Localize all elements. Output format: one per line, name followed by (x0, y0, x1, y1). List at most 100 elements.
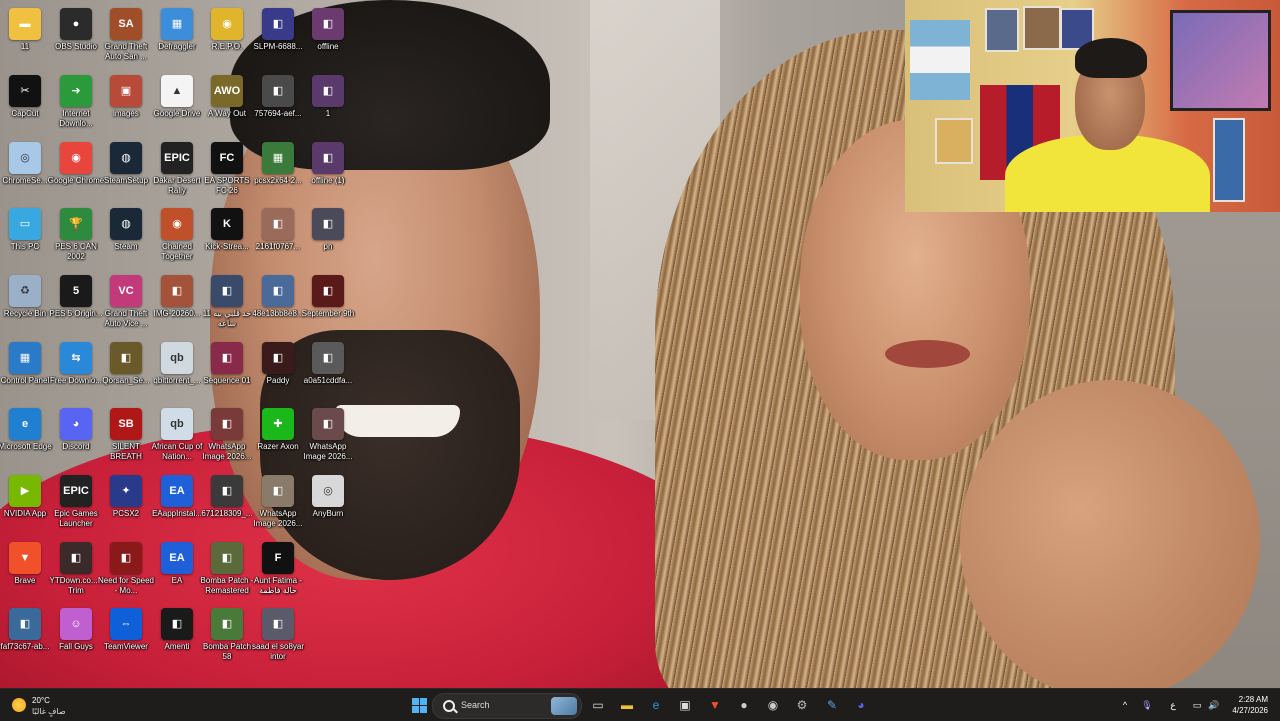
taskbar-app-task-view-icon[interactable]: ▭ (586, 693, 610, 717)
desktop-icon[interactable]: ◧ SLPM-6688... (253, 4, 303, 68)
desktop-icon[interactable]: ◕ Discord (51, 404, 101, 468)
taskbar-app-capture-icon[interactable]: ✎ (820, 693, 844, 717)
desktop-icon-image: ◧ (9, 608, 41, 640)
taskbar-clock[interactable]: 2:28 AM 4/27/2026 (1208, 694, 1268, 716)
desktop-icon-image: ▬ (9, 8, 41, 40)
desktop-icon-image: ◧ (262, 608, 294, 640)
desktop-icon[interactable]: ◧ Paddy (253, 338, 303, 402)
desktop-icon[interactable]: ✚ Razer Axon (253, 404, 303, 468)
desktop-icon[interactable]: ◉ R.E.P.O. (202, 4, 252, 68)
desktop-icon[interactable]: ◍ Steam (101, 204, 151, 268)
desktop-icon-image: ◧ (262, 8, 294, 40)
desktop-icon[interactable]: ✂ CapCut (0, 71, 50, 135)
desktop-icon[interactable]: ◧ a0a51cddfa... (303, 338, 353, 402)
desktop-icon[interactable]: ◧ offline (1) (303, 138, 353, 202)
desktop-icon[interactable]: ◧ Qorsan_Se... (101, 338, 151, 402)
desktop-icon[interactable]: ◧ خد قلبي بيه 11 ساعه (202, 271, 252, 335)
desktop-icon[interactable]: EPIC Dakar Desert Rally (152, 138, 202, 202)
desktop-icon[interactable]: ◧ Bomba Patch 58 (202, 604, 252, 668)
desktop-icon[interactable]: 5 PES 5 Origin... (50, 271, 102, 335)
desktop-icon-image: ▲ (161, 75, 193, 107)
desktop-icon[interactable]: ◎ AnyBurn (303, 471, 353, 535)
display-icon[interactable]: ▭ (1190, 693, 1204, 717)
desktop-icon[interactable]: ✦ PCSX2 (101, 471, 151, 535)
desktop-icon-image: ▦ (161, 8, 193, 40)
taskbar-app-brave-icon[interactable]: ▼ (703, 693, 727, 717)
desktop-icon[interactable]: SA Grand Theft Auto San ... (101, 4, 151, 68)
start-button[interactable] (407, 693, 431, 717)
desktop-icon[interactable]: ▣ images (101, 71, 151, 135)
desktop-icon[interactable]: ◧ Sequence 01 (202, 338, 252, 402)
desktop-icon[interactable]: EA EAappInstal... (152, 471, 202, 535)
desktop-icon[interactable]: FC EA SPORTS FC 26 (202, 138, 252, 202)
desktop-icon[interactable]: ◉ Google Chrome (48, 138, 104, 202)
desktop-icon[interactable]: ◍ SteamSetup (101, 138, 151, 202)
desktop-icon[interactable]: ◧ saad el so8yar intor (252, 604, 304, 668)
desktop-icon-label: offline (317, 42, 339, 51)
desktop-icon[interactable]: ◧ faf73c67-ab... (0, 604, 50, 668)
desktop-icon[interactable]: ▲ Google Drive (152, 71, 202, 135)
desktop-icon[interactable]: ◧ 1 (303, 71, 353, 135)
desktop-icon[interactable]: ◧ Need for Speed - Mo... (98, 538, 154, 602)
desktop-icon[interactable]: ▦ Control Panel (0, 338, 50, 402)
desktop-icon[interactable]: ◧ 48e13bb8e8... (252, 271, 304, 335)
desktop-icon[interactable]: ◧ WhatsApp Image 2026... (303, 404, 353, 468)
desktop-icon[interactable]: e Microsoft Edge (0, 404, 52, 468)
desktop-icon[interactable]: K Kick-Strea... (202, 204, 252, 268)
desktop-icon[interactable]: ⇆ Free Downlo... (50, 338, 102, 402)
desktop-icon[interactable]: ◧ 757694-aef... (253, 71, 303, 135)
desktop-icon[interactable]: SB SILENT BREATH (101, 404, 151, 468)
desktop-icon[interactable]: F Aunt Fatima - حالة فاطمة (253, 538, 303, 602)
desktop-icon[interactable]: ▭ This PC (0, 204, 50, 268)
desktop-icon-image: ◎ (312, 475, 344, 507)
desktop-icon[interactable]: ▦ pcsx2x64-2... (253, 138, 303, 202)
desktop-icon[interactable]: 🏆 PES 6 CAN 2002 (51, 204, 101, 268)
desktop-icon[interactable]: qb African Cup of Nation... (152, 404, 202, 468)
tray-overflow-chevron-icon[interactable]: ^ (1118, 693, 1132, 717)
desktop-icon[interactable]: ● OBS Studio (51, 4, 101, 68)
desktop-icon[interactable]: ⇔ TeamViewer (101, 604, 151, 668)
desktop-icon[interactable]: ◧ September 9th (302, 271, 354, 335)
desktop-icon[interactable]: EA EA (152, 538, 202, 602)
desktop-icon[interactable]: ➜ Internet Downlo... (51, 71, 101, 135)
desktop-icon[interactable]: ◎ ChromeSe... (0, 138, 50, 202)
taskbar-app-file-explorer-icon[interactable]: ▬ (615, 693, 639, 717)
desktop-icon[interactable]: ▶ NVIDIA App (0, 471, 50, 535)
desktop-icon[interactable]: ◉ Chained Together (152, 204, 202, 268)
taskbar-search-box[interactable]: Search (432, 693, 582, 719)
desktop-icon[interactable]: ☺ Fall Guys (51, 604, 101, 668)
desktop-icon[interactable]: ▬ 11 (0, 4, 50, 68)
desktop-icon[interactable]: qb qbittorrent_... (152, 338, 202, 402)
desktop-icon[interactable]: ◧ Bomba Patch - Remastered (201, 538, 253, 602)
desktop-icon[interactable]: ◧ WhatsApp Image 2026... (202, 404, 252, 468)
search-icon (443, 700, 455, 712)
desktop-icon[interactable]: ▦ Defraggler (152, 4, 202, 68)
taskbar-app-edge-icon[interactable]: e (644, 693, 668, 717)
desktop-icon[interactable]: ◧ offline (303, 4, 353, 68)
input-language-indicator[interactable]: ع (1166, 693, 1180, 717)
microphone-icon[interactable]: 🎙 (1140, 693, 1154, 717)
taskbar-app-discord-icon[interactable]: ◕ (849, 693, 873, 717)
taskbar-app-settings-icon[interactable]: ⚙ (790, 693, 814, 717)
desktop-icon[interactable]: ◧ WhatsApp Image 2026... (253, 471, 303, 535)
desktop-icon[interactable]: ◧ 2161f0767... (253, 204, 303, 268)
taskbar-app-store-icon[interactable]: ▣ (673, 693, 697, 717)
desktop-icon[interactable]: ◧ Amenti (152, 604, 202, 668)
desktop-icon-image: ♻ (9, 275, 41, 307)
desktop-icon-image: 5 (60, 275, 92, 307)
desktop-icon[interactable]: VC Grand Theft Auto Vice ... (101, 271, 151, 335)
weather-widget[interactable]: 20°C صافٍ غالبًا (8, 692, 88, 718)
desktop-icon[interactable]: ▼ Brave (0, 538, 50, 602)
desktop-icon[interactable]: ◧ IMG-20260... (152, 271, 202, 335)
taskbar-app-webcam-app-icon[interactable]: ◉ (761, 693, 785, 717)
desktop-icon[interactable]: ◧ YTDown.co... - Trim (50, 538, 102, 602)
desktop-icon-image: FC (211, 142, 243, 174)
desktop-icon[interactable]: AWO A Way Out (202, 71, 252, 135)
desktop-icon[interactable]: ◧ pn (303, 204, 353, 268)
desktop-icon[interactable]: ♻ Recycle Bin (0, 271, 50, 335)
taskbar-app-obs-icon[interactable]: ● (732, 693, 756, 717)
desktop-icon-image: K (211, 208, 243, 240)
desktop-icon[interactable]: ◧ 671218309_... (201, 471, 253, 535)
desktop-icon-image: ◧ (211, 408, 243, 440)
desktop-icon[interactable]: EPIC Epic Games Launcher (51, 471, 101, 535)
